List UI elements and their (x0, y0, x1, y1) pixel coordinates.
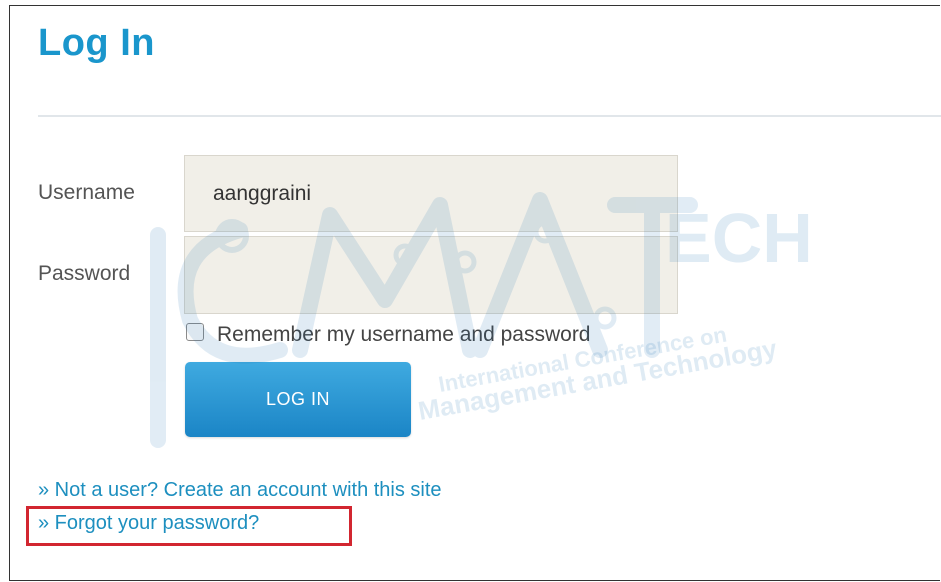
forgot-password-highlight-box (26, 506, 352, 546)
page-title: Log In (38, 22, 155, 64)
password-label: Password (38, 262, 131, 285)
username-label: Username (38, 181, 135, 204)
remember-label[interactable]: Remember my username and password (217, 323, 591, 347)
create-account-link[interactable]: » Not a user? Create an account with thi… (38, 479, 442, 502)
login-button[interactable]: LOG IN (185, 362, 411, 437)
username-field[interactable] (184, 155, 678, 232)
remember-checkbox[interactable] (186, 323, 204, 341)
title-divider (38, 115, 941, 117)
password-field[interactable] (184, 236, 678, 314)
